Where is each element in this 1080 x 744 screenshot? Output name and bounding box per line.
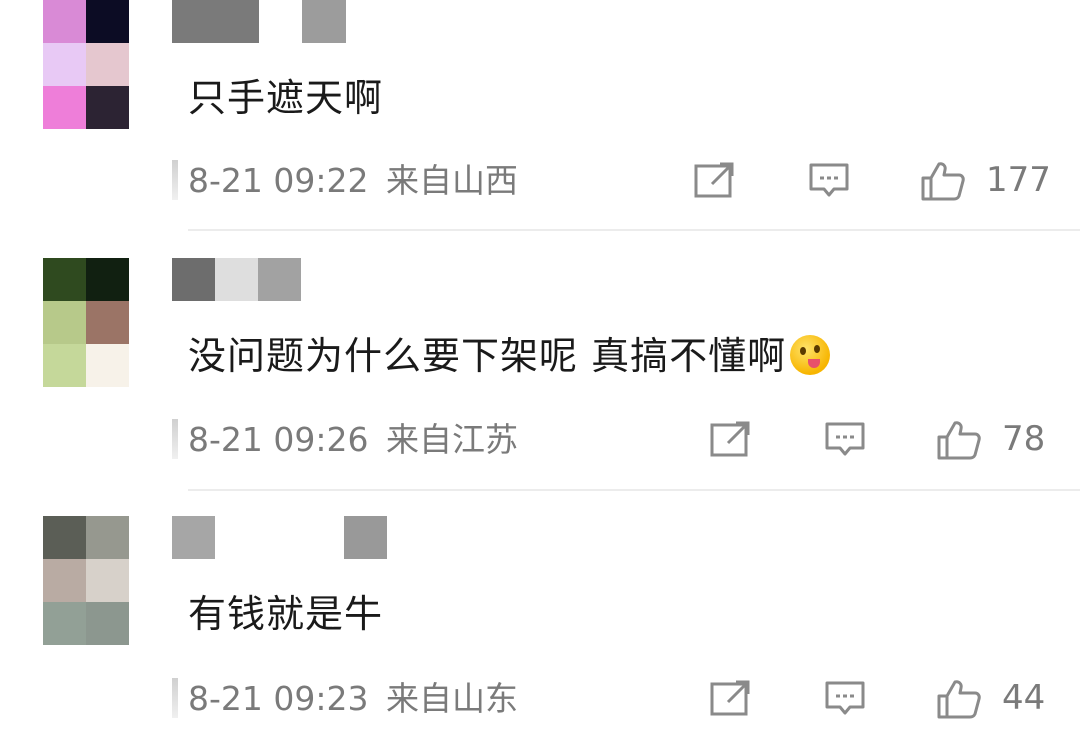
comment-time: 8-21 09:26 bbox=[188, 420, 369, 459]
avatar-pixel bbox=[43, 344, 86, 387]
comment-text: 有钱就是牛 bbox=[188, 592, 384, 636]
avatar-pixel bbox=[43, 301, 86, 344]
comment-item: 只手遮天啊 8-21 09:22 来自山西 177 bbox=[0, 0, 1080, 231]
avatar-pixel bbox=[43, 86, 86, 129]
comment-text: 没问题为什么要下架呢 真搞不懂啊 bbox=[188, 332, 831, 380]
share-icon[interactable] bbox=[710, 421, 752, 459]
comment-time: 8-21 09:23 bbox=[188, 679, 369, 718]
avatar-pixel bbox=[43, 43, 86, 86]
avatar-pixel bbox=[86, 258, 129, 301]
comment-icon[interactable] bbox=[808, 162, 850, 200]
avatar-pixel bbox=[86, 344, 129, 387]
comment-icon[interactable] bbox=[824, 680, 866, 718]
comment-divider bbox=[188, 489, 1080, 491]
meta-divider-bar bbox=[172, 678, 178, 718]
comment-location: 来自山西 bbox=[386, 161, 518, 200]
avatar-pixel bbox=[86, 0, 129, 43]
username-mosaic[interactable] bbox=[172, 516, 388, 559]
tongue-emoji-icon bbox=[790, 335, 831, 375]
meta-divider-bar bbox=[172, 160, 178, 200]
like-count: 177 bbox=[986, 160, 1051, 200]
avatar-pixel bbox=[43, 602, 86, 645]
avatar-pixel bbox=[86, 86, 129, 129]
comment-item: 有钱就是牛 8-21 09:23 来自山东 44 bbox=[0, 516, 1080, 744]
avatar-pixel bbox=[86, 602, 129, 645]
avatar-pixel bbox=[86, 301, 129, 344]
avatar-pixel bbox=[86, 559, 129, 602]
comment-location: 来自江苏 bbox=[386, 420, 518, 459]
comment-text-content: 没问题为什么要下架呢 真搞不懂啊 bbox=[188, 334, 787, 378]
comment-icon[interactable] bbox=[824, 421, 866, 459]
comment-item: 没问题为什么要下架呢 真搞不懂啊 8-21 09:26 来自江苏 78 bbox=[0, 258, 1080, 491]
avatar-pixel bbox=[43, 0, 86, 43]
avatar-pixel bbox=[43, 516, 86, 559]
share-icon[interactable] bbox=[694, 162, 736, 200]
avatar-pixel bbox=[43, 258, 86, 301]
like-count: 78 bbox=[1002, 419, 1046, 459]
username-mosaic[interactable] bbox=[172, 0, 347, 43]
comment-meta: 8-21 09:26 来自江苏 bbox=[170, 415, 1070, 465]
username-mosaic[interactable] bbox=[172, 258, 302, 301]
thumbs-up-icon[interactable] bbox=[936, 678, 982, 720]
avatar-pixel bbox=[43, 559, 86, 602]
meta-divider-bar bbox=[172, 419, 178, 459]
comment-meta: 8-21 09:23 来自山东 bbox=[170, 674, 1070, 724]
avatar-pixel bbox=[86, 516, 129, 559]
thumbs-up-icon[interactable] bbox=[936, 419, 982, 461]
avatar[interactable] bbox=[43, 258, 129, 387]
avatar[interactable] bbox=[43, 0, 129, 129]
comment-location: 来自山东 bbox=[386, 679, 518, 718]
avatar-pixel bbox=[86, 43, 129, 86]
avatar[interactable] bbox=[43, 516, 129, 645]
comment-text: 只手遮天啊 bbox=[188, 76, 384, 120]
comment-divider bbox=[188, 229, 1080, 231]
like-count: 44 bbox=[1002, 678, 1046, 718]
comment-time: 8-21 09:22 bbox=[188, 161, 369, 200]
share-icon[interactable] bbox=[710, 680, 752, 718]
thumbs-up-icon[interactable] bbox=[920, 160, 966, 202]
